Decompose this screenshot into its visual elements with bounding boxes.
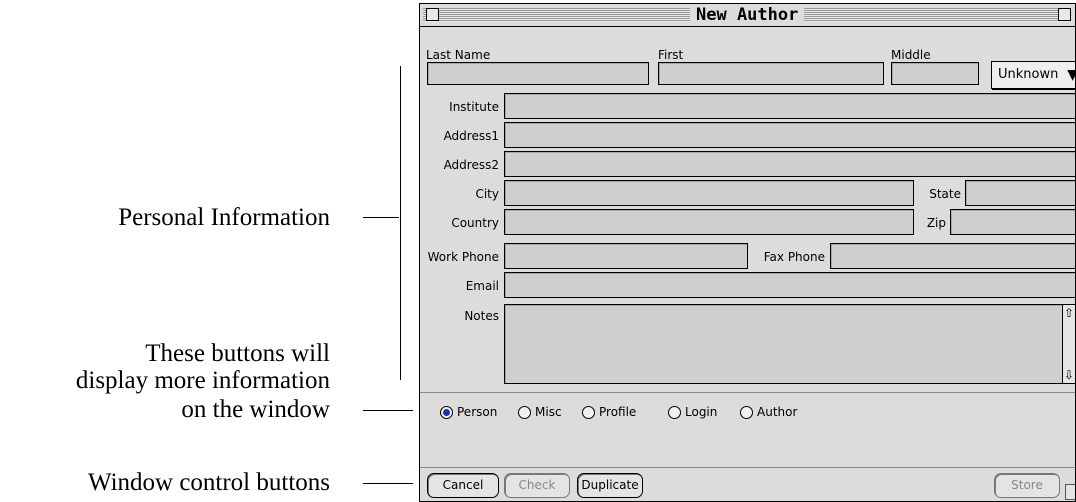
first-name-label: First bbox=[658, 48, 684, 62]
email-label: Email bbox=[465, 279, 499, 293]
work-phone-label: Work Phone bbox=[427, 250, 499, 264]
section-separator-bottom bbox=[420, 467, 1075, 468]
new-author-window: New Author Last Name First Middle Unknow… bbox=[419, 3, 1076, 502]
gender-popup-value: Unknown bbox=[998, 67, 1059, 82]
grow-box-icon[interactable] bbox=[1065, 484, 1075, 500]
annotation-buttons-line2: display more information bbox=[75, 367, 330, 394]
last-name-label: Last Name bbox=[426, 48, 491, 62]
annotation-line-personal bbox=[363, 217, 399, 218]
tab-author-label: Author bbox=[757, 405, 798, 419]
annotation-line-controls bbox=[363, 483, 413, 484]
address2-field[interactable] bbox=[504, 151, 1075, 177]
cancel-button[interactable]: Cancel bbox=[427, 473, 499, 498]
city-label: City bbox=[475, 187, 499, 201]
fax-phone-field[interactable] bbox=[830, 243, 1075, 269]
notes-field[interactable] bbox=[504, 304, 1075, 384]
radio-selected-icon bbox=[440, 405, 453, 419]
work-phone-field[interactable] bbox=[504, 243, 748, 269]
section-separator bbox=[420, 392, 1075, 393]
radio-icon bbox=[518, 405, 531, 419]
institute-label: Institute bbox=[449, 100, 499, 114]
first-name-field[interactable] bbox=[658, 62, 884, 85]
scroll-down-arrow-icon[interactable]: ⇩ bbox=[1064, 368, 1074, 382]
fax-phone-label: Fax Phone bbox=[763, 250, 825, 264]
radio-icon bbox=[582, 405, 595, 419]
notes-label: Notes bbox=[464, 309, 499, 323]
country-label: Country bbox=[451, 216, 499, 230]
annotation-buttons-line3: on the window bbox=[181, 396, 330, 423]
annotation-bracket bbox=[400, 66, 401, 380]
tab-profile-label: Profile bbox=[599, 405, 637, 419]
zoom-box-icon[interactable] bbox=[1058, 8, 1071, 21]
window-title: New Author bbox=[690, 4, 805, 26]
duplicate-button[interactable]: Duplicate bbox=[577, 473, 643, 498]
middle-name-field[interactable] bbox=[891, 62, 979, 85]
radio-icon bbox=[740, 405, 753, 419]
notes-scrollbar[interactable]: ⇧ ⇩ bbox=[1062, 304, 1075, 384]
tab-person[interactable]: Person bbox=[440, 405, 497, 419]
tab-author[interactable]: Author bbox=[740, 405, 797, 419]
zip-label: Zip bbox=[926, 216, 946, 230]
tab-person-label: Person bbox=[457, 405, 498, 419]
tab-login[interactable]: Login bbox=[668, 405, 717, 419]
country-field[interactable] bbox=[504, 209, 914, 235]
email-field[interactable] bbox=[504, 272, 1075, 298]
radio-icon bbox=[668, 405, 681, 419]
annotation-window-controls: Window control buttons bbox=[87, 469, 330, 496]
tab-misc-label: Misc bbox=[535, 405, 562, 419]
tab-profile[interactable]: Profile bbox=[582, 405, 636, 419]
state-field[interactable] bbox=[965, 180, 1075, 206]
middle-name-label: Middle bbox=[891, 48, 931, 62]
city-field[interactable] bbox=[504, 180, 914, 206]
last-name-field[interactable] bbox=[427, 62, 649, 85]
close-box-icon[interactable] bbox=[426, 8, 439, 21]
address2-label: Address2 bbox=[443, 158, 499, 172]
tab-misc[interactable]: Misc bbox=[518, 405, 562, 419]
institute-field[interactable] bbox=[504, 93, 1075, 119]
store-button[interactable]: Store bbox=[994, 473, 1060, 498]
tab-login-label: Login bbox=[685, 405, 718, 419]
state-label: State bbox=[929, 187, 961, 201]
gender-popup[interactable]: Unknown ▼ bbox=[991, 61, 1075, 89]
annotation-personal-information: Personal Information bbox=[118, 204, 330, 231]
title-bar[interactable]: New Author bbox=[420, 4, 1075, 27]
annotation-line-buttons bbox=[363, 410, 413, 411]
chevron-down-icon: ▼ bbox=[1067, 62, 1075, 88]
check-button[interactable]: Check bbox=[504, 473, 570, 498]
zip-field[interactable] bbox=[950, 209, 1075, 235]
annotation-buttons-line1: These buttons will bbox=[145, 340, 330, 367]
scroll-up-arrow-icon[interactable]: ⇧ bbox=[1064, 306, 1074, 320]
address1-label: Address1 bbox=[443, 129, 499, 143]
address1-field[interactable] bbox=[504, 122, 1075, 148]
